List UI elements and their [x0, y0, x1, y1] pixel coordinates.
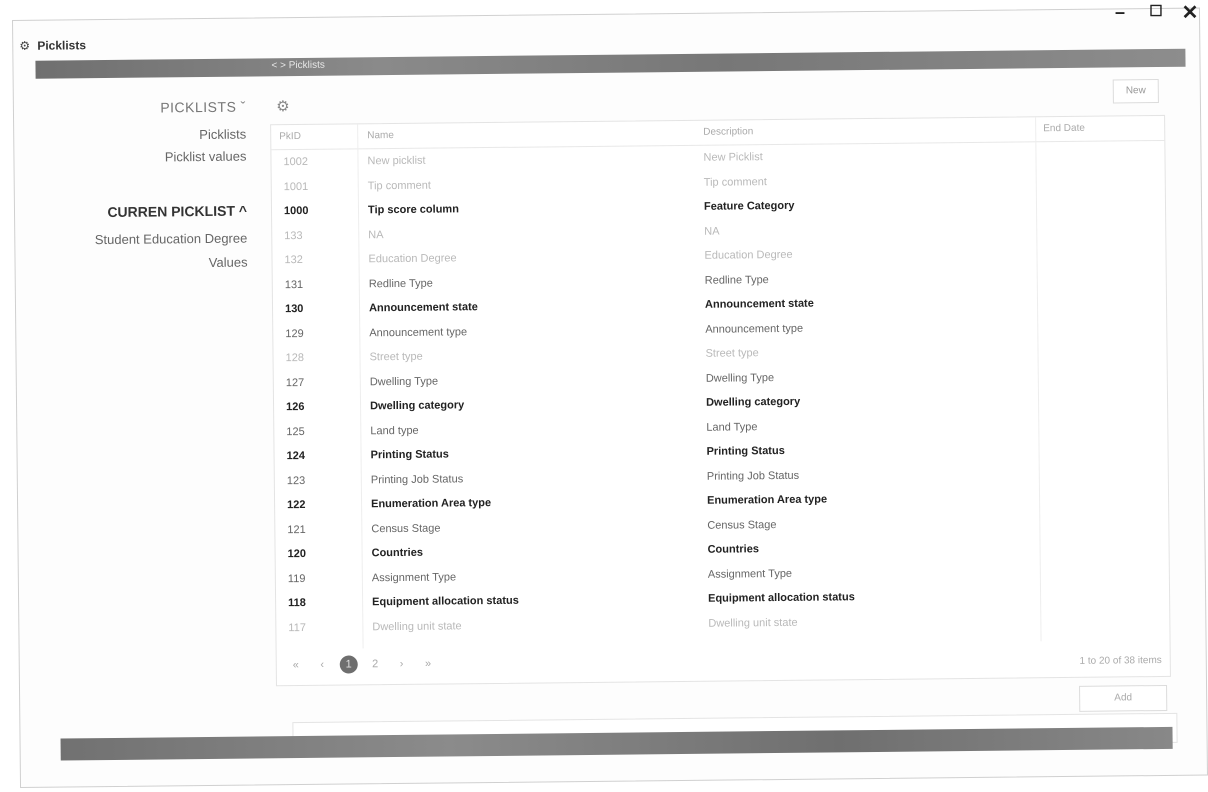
picklists-window: ⚙ Picklists < > Picklists PICKLISTS ˇ Pi… [12, 7, 1208, 788]
row-name-cell: Assignment Type [371, 570, 457, 584]
column-header-description[interactable]: Description [703, 126, 753, 138]
row-id-cell: 123 [286, 474, 306, 487]
row-name-cell: Equipment allocation status [372, 594, 519, 609]
row-name-cell: Printing Job Status [370, 472, 464, 486]
row-description-cell: Announcement state [704, 297, 814, 311]
row-name-cell: Census Stage [371, 522, 441, 535]
row-id-cell: 124 [286, 449, 306, 463]
breadcrumb[interactable]: < > Picklists [271, 60, 324, 72]
row-description-cell: Land Type [706, 420, 758, 434]
sidebar-heading-current-picklist[interactable]: CURREN PICKLIST ^ [107, 203, 247, 220]
row-name-cell: Dwelling category [370, 399, 465, 413]
row-description-cell: Redline Type [704, 273, 769, 287]
row-name-cell: NA [368, 228, 384, 241]
row-id-cell: 127 [285, 376, 305, 389]
row-id-cell: 131 [284, 278, 304, 291]
row-name-cell: Tip comment [367, 179, 431, 192]
row-description-cell: Announcement type [705, 322, 804, 336]
sidebar: PICKLISTS ˇ Picklists Picklist values CU… [14, 89, 248, 311]
row-id-cell: 125 [286, 425, 305, 438]
row-id-cell: 126 [286, 400, 305, 414]
pager-next-button[interactable]: › [392, 655, 410, 673]
row-description-cell: New Picklist [703, 151, 763, 164]
new-button[interactable]: New [1112, 78, 1159, 104]
row-id-cell: 119 [287, 572, 306, 585]
row-name-cell: Printing Status [370, 448, 449, 462]
row-description-cell: Printing Job Status [706, 469, 800, 483]
column-header-id[interactable]: PkID [279, 131, 301, 142]
sidebar-item-picklists[interactable]: Picklists [199, 127, 246, 142]
row-name-cell: Countries [371, 546, 424, 560]
row-id-cell: 117 [288, 621, 306, 634]
gear-icon[interactable]: ⚙ [272, 96, 294, 118]
row-id-cell: 129 [285, 327, 304, 340]
row-name-cell: Dwelling unit state [372, 619, 462, 633]
pager-last-button[interactable]: » [419, 655, 437, 673]
row-description-cell: Education Degree [704, 248, 793, 262]
pager-page-1[interactable]: 1 [339, 655, 358, 674]
sidebar-item-picklist-values[interactable]: Picklist values [165, 149, 247, 165]
row-id-cell: 130 [284, 302, 304, 316]
row-description-cell: Enumeration Area type [707, 493, 828, 507]
pager-first-button[interactable]: « [287, 656, 305, 674]
item-count: 1 to 20 of 38 items [1079, 654, 1162, 667]
sidebar-item-values[interactable]: Values [209, 255, 248, 270]
add-button[interactable]: Add [1079, 684, 1168, 712]
pager-page-2[interactable]: 2 [366, 655, 384, 673]
row-name-cell: New picklist [367, 154, 426, 168]
row-description-cell: Countries [707, 543, 759, 556]
row-name-cell: Tip score column [367, 203, 459, 217]
main-content: New ⚙ PkID Name Description End Date 100… [264, 78, 1178, 753]
picklist-app-icon: ⚙ [19, 38, 31, 53]
row-name-cell: Announcement type [369, 325, 468, 339]
sidebar-heading-picklists[interactable]: PICKLISTS ˇ [160, 99, 246, 116]
row-id-cell: 121 [287, 523, 306, 536]
row-name-cell: Announcement state [368, 301, 478, 315]
pager: « ‹ 1 2 › » [287, 654, 441, 678]
row-id-cell: 118 [288, 596, 306, 610]
row-id-cell: 1002 [283, 155, 309, 169]
table-body: 1002 New picklist New Picklist 1001 Tip comm… [271, 142, 1169, 641]
minimize-icon[interactable]: – [1106, 2, 1134, 23]
maximize-icon[interactable]: ☐ [1142, 2, 1170, 20]
row-description-cell: Dwelling unit state [708, 616, 798, 630]
row-name-cell: Education Degree [368, 252, 457, 266]
column-header-end-date[interactable]: End Date [1043, 123, 1085, 134]
row-description-cell: Dwelling Type [705, 371, 775, 385]
row-id-cell: 120 [287, 547, 307, 561]
row-description-cell: Feature Category [703, 199, 795, 213]
column-header-name[interactable]: Name [367, 130, 394, 141]
row-name-cell: Enumeration Area type [371, 497, 492, 511]
status-bar [60, 726, 1173, 761]
row-name-cell: Redline Type [368, 277, 433, 290]
row-description-cell: NA [704, 225, 720, 238]
row-description-cell: Printing Status [706, 444, 785, 458]
picklists-table: PkID Name Description End Date 1002 New p… [270, 114, 1171, 687]
row-description-cell: Tip comment [703, 175, 767, 189]
row-id-cell: 1000 [283, 204, 309, 218]
row-description-cell: Assignment Type [707, 567, 793, 581]
row-name-cell: Land type [370, 424, 419, 437]
pager-prev-button[interactable]: ‹ [313, 656, 331, 674]
row-description-cell: Dwelling category [705, 395, 801, 409]
sidebar-item-current-picklist[interactable]: Student Education Degree [95, 231, 248, 248]
row-description-cell: Equipment allocation status [708, 591, 855, 605]
row-id-cell: 1001 [283, 180, 309, 193]
row-id-cell: 133 [284, 229, 303, 242]
row-description-cell: Census Stage [707, 518, 777, 532]
window-title: Picklists [37, 38, 87, 53]
row-description-cell: Street type [705, 347, 759, 360]
row-name-cell: Dwelling Type [369, 375, 439, 388]
close-icon[interactable]: ✕ [1176, 0, 1204, 25]
row-id-cell: 122 [287, 498, 306, 512]
row-id-cell: 132 [284, 253, 303, 267]
row-name-cell: Street type [369, 350, 423, 364]
row-id-cell: 128 [285, 351, 304, 365]
